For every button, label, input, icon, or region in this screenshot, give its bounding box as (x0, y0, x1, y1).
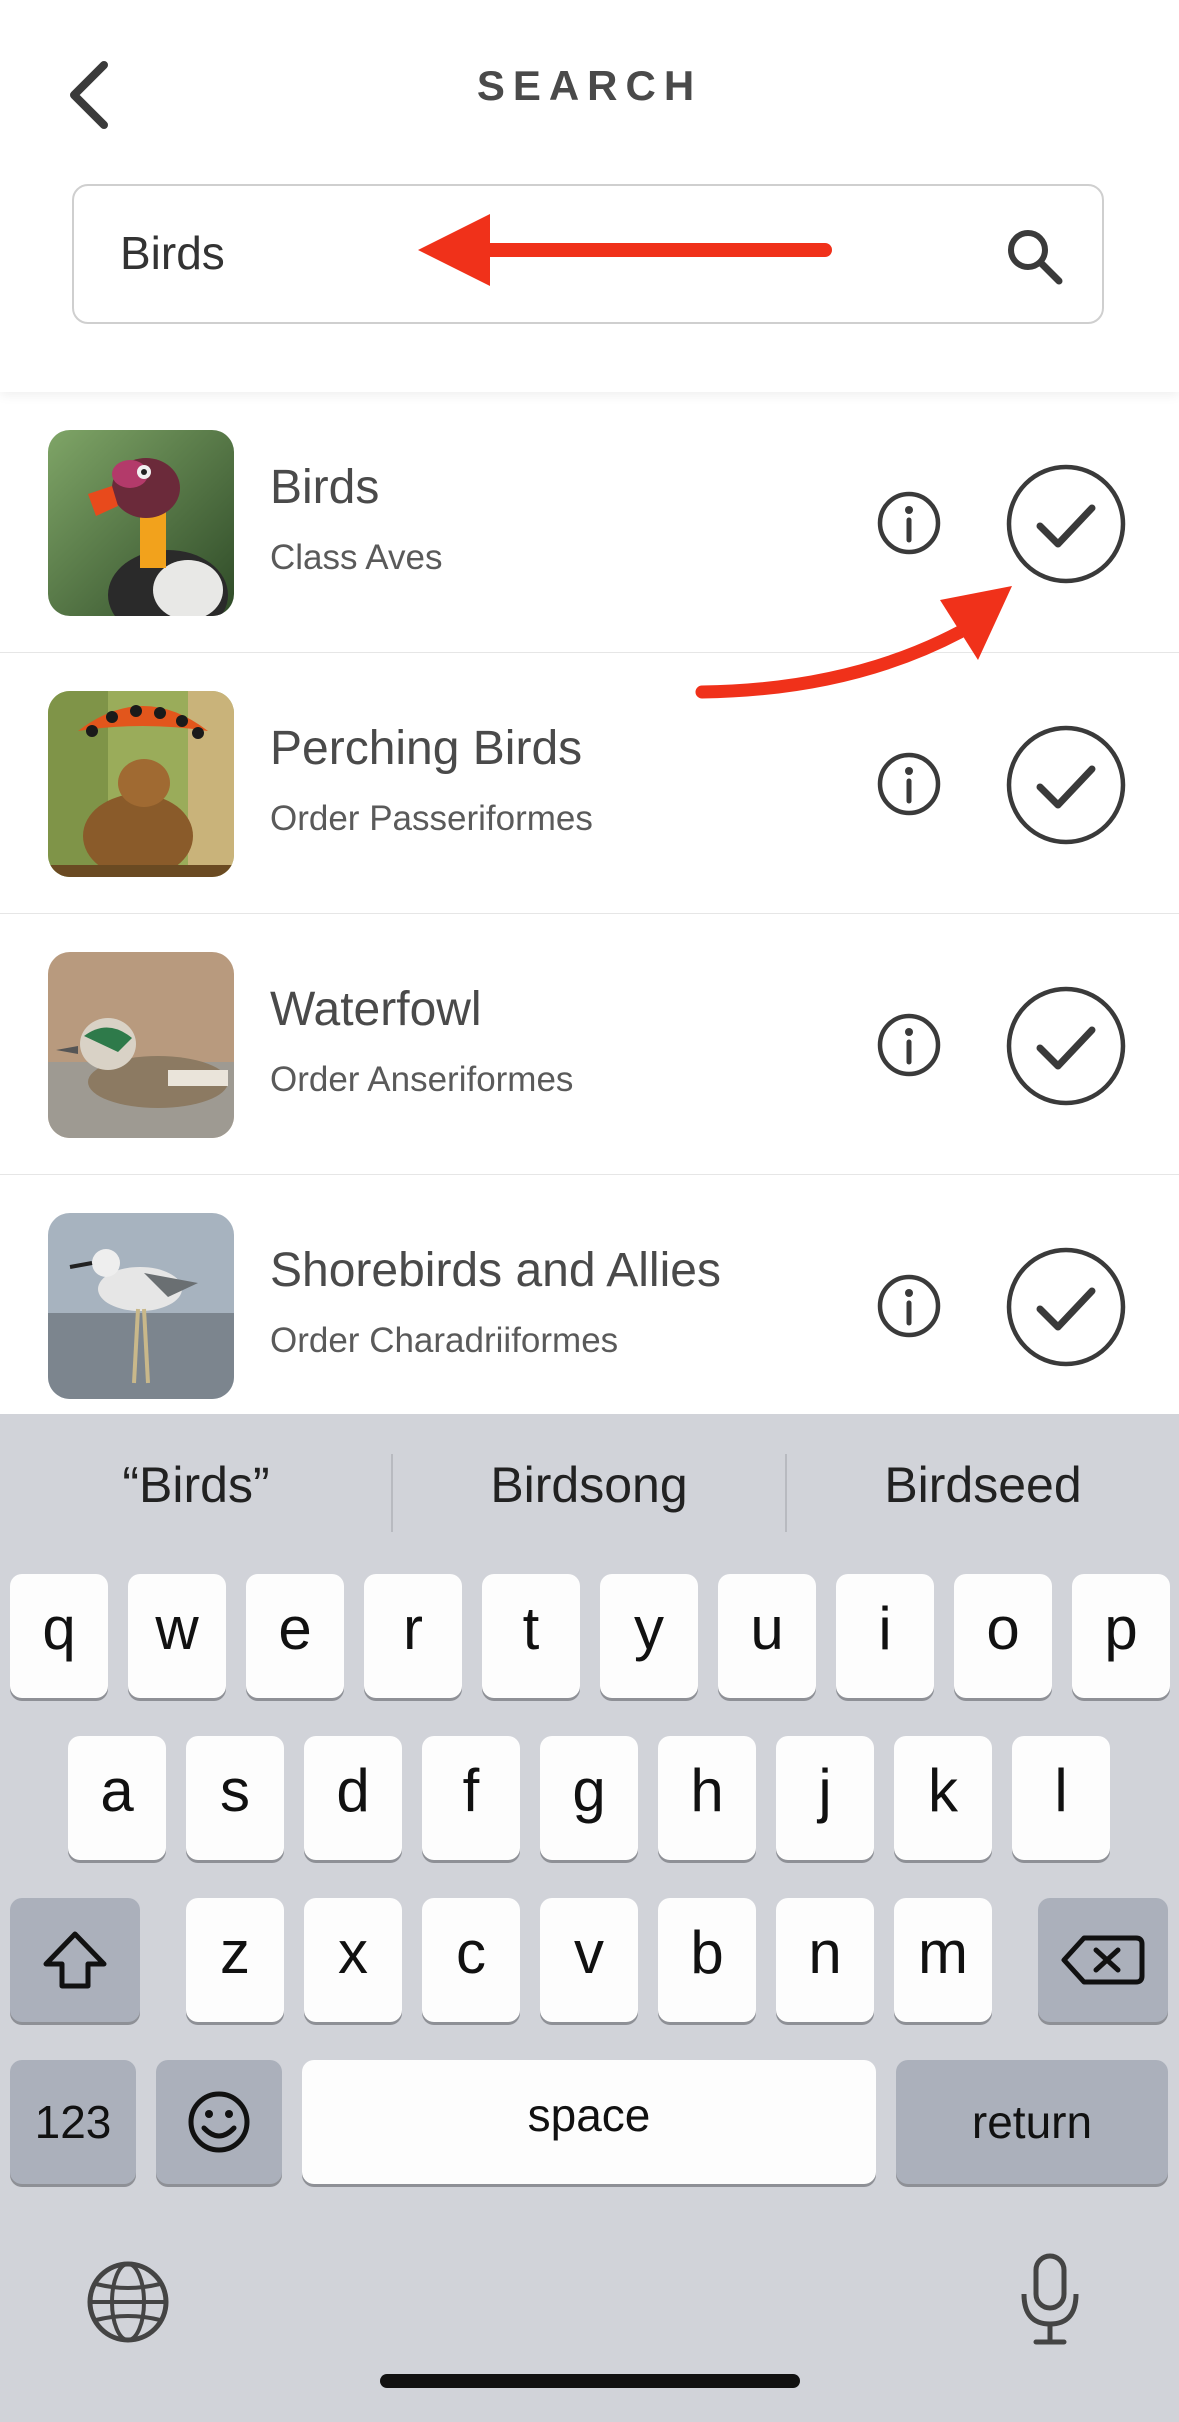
key-a[interactable]: a (68, 1736, 166, 1860)
info-icon[interactable] (876, 1012, 942, 1078)
select-checkmark-icon[interactable] (1004, 984, 1128, 1108)
key-z[interactable]: z (186, 1898, 284, 2022)
key-c[interactable]: c (422, 1898, 520, 2022)
numbers-key[interactable]: 123 (10, 2060, 136, 2184)
key-n[interactable]: n (776, 1898, 874, 2022)
key-g[interactable]: g (540, 1736, 638, 1860)
result-rank: Order Charadriiformes (270, 1321, 619, 1360)
result-name: Perching Birds (270, 722, 583, 775)
key-v[interactable]: v (540, 1898, 638, 2022)
select-checkmark-icon[interactable] (1004, 723, 1128, 847)
result-name: Birds (270, 461, 380, 514)
header: SEARCH (0, 0, 1179, 392)
key-h[interactable]: h (658, 1736, 756, 1860)
result-rank: Order Passeriformes (270, 799, 593, 838)
key-b[interactable]: b (658, 1898, 756, 2022)
suggestion-1[interactable]: “Birds” (0, 1456, 392, 1514)
search-input[interactable] (120, 218, 920, 288)
shift-icon (43, 1931, 107, 1989)
keyboard: “Birds” Birdsong Birdseed q w e r t y u … (0, 1414, 1179, 2422)
suggestion-3[interactable]: Birdseed (787, 1456, 1179, 1514)
key-j[interactable]: j (776, 1736, 874, 1860)
key-i[interactable]: i (836, 1574, 934, 1698)
microphone-icon[interactable] (1010, 2250, 1090, 2350)
key-d[interactable]: d (304, 1736, 402, 1860)
search-icon[interactable] (1002, 224, 1066, 288)
key-p[interactable]: p (1072, 1574, 1170, 1698)
emoji-icon (188, 2091, 250, 2153)
key-u[interactable]: u (718, 1574, 816, 1698)
key-o[interactable]: o (954, 1574, 1052, 1698)
select-checkmark-icon[interactable] (1004, 1245, 1128, 1369)
home-indicator[interactable] (380, 2374, 800, 2388)
key-y[interactable]: y (600, 1574, 698, 1698)
space-key[interactable]: space (302, 2060, 876, 2184)
key-l[interactable]: l (1012, 1736, 1110, 1860)
key-k[interactable]: k (894, 1736, 992, 1860)
shift-key[interactable] (10, 1898, 140, 2022)
result-rank: Order Anseriformes (270, 1060, 574, 1099)
key-f[interactable]: f (422, 1736, 520, 1860)
result-name: Waterfowl (270, 983, 482, 1036)
backspace-icon (1061, 1935, 1145, 1985)
list-item[interactable]: Shorebirds and Allies Order Charadriifor… (0, 1175, 1179, 1437)
globe-icon[interactable] (82, 2256, 174, 2348)
royal-flycatcher-photo (48, 691, 234, 877)
page-title: SEARCH (476, 62, 703, 109)
suggestion-2[interactable]: Birdsong (393, 1456, 785, 1514)
king-vulture-photo (48, 430, 234, 616)
key-x[interactable]: x (304, 1898, 402, 2022)
info-icon[interactable] (876, 751, 942, 817)
list-item[interactable]: Perching Birds Order Passeriformes (0, 653, 1179, 915)
key-m[interactable]: m (894, 1898, 992, 2022)
delete-key[interactable] (1038, 1898, 1168, 2022)
key-r[interactable]: r (364, 1574, 462, 1698)
result-rank: Class Aves (270, 538, 443, 577)
key-w[interactable]: w (128, 1574, 226, 1698)
info-icon[interactable] (876, 1273, 942, 1339)
key-t[interactable]: t (482, 1574, 580, 1698)
select-checkmark-icon[interactable] (1004, 462, 1128, 586)
return-key[interactable]: return (896, 2060, 1168, 2184)
search-box[interactable] (72, 184, 1104, 324)
info-icon[interactable] (876, 490, 942, 556)
shorebird-photo (48, 1213, 234, 1399)
suggestion-bar: “Birds” Birdsong Birdseed (0, 1414, 1179, 1566)
list-item[interactable]: Birds Class Aves (0, 392, 1179, 654)
key-s[interactable]: s (186, 1736, 284, 1860)
duck-photo (48, 952, 234, 1138)
list-item[interactable]: Waterfowl Order Anseriformes (0, 914, 1179, 1176)
result-name: Shorebirds and Allies (270, 1244, 721, 1297)
key-e[interactable]: e (246, 1574, 344, 1698)
key-q[interactable]: q (10, 1574, 108, 1698)
emoji-key[interactable] (156, 2060, 282, 2184)
